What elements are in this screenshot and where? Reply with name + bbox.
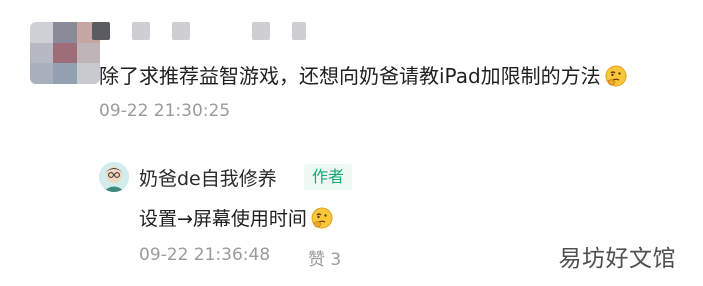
reply-text: 设置→屏幕使用时间	[139, 204, 333, 231]
like-button[interactable]: 赞 3	[308, 245, 341, 270]
commenter-name-mask	[92, 22, 110, 40]
commenter-name-mask	[292, 22, 306, 40]
comment-timestamp: 09-22 21:30:25	[99, 101, 231, 121]
watermark-text: 易坊好文馆	[558, 246, 676, 272]
thinking-face-icon	[311, 207, 333, 229]
commenter-name-mask	[132, 22, 150, 40]
author-avatar[interactable]	[99, 162, 129, 192]
commenter-avatar[interactable]	[30, 22, 100, 84]
thinking-face-icon	[605, 65, 627, 87]
comment-text: 除了求推荐益智游戏，还想向奶爸请教iPad加限制的方法	[99, 60, 627, 89]
like-label: 赞	[308, 250, 325, 270]
comment-body: 除了求推荐益智游戏，还想向奶爸请教iPad加限制的方法	[99, 64, 601, 88]
author-badge: 作者	[304, 164, 353, 190]
like-count: 3	[330, 250, 342, 270]
reply-body: 设置→屏幕使用时间	[139, 208, 307, 230]
commenter-name-mask	[172, 22, 190, 40]
author-name[interactable]: 奶爸de自我修养	[139, 164, 277, 191]
commenter-name-mask	[252, 22, 270, 40]
reply-timestamp: 09-22 21:36:48	[139, 245, 271, 265]
